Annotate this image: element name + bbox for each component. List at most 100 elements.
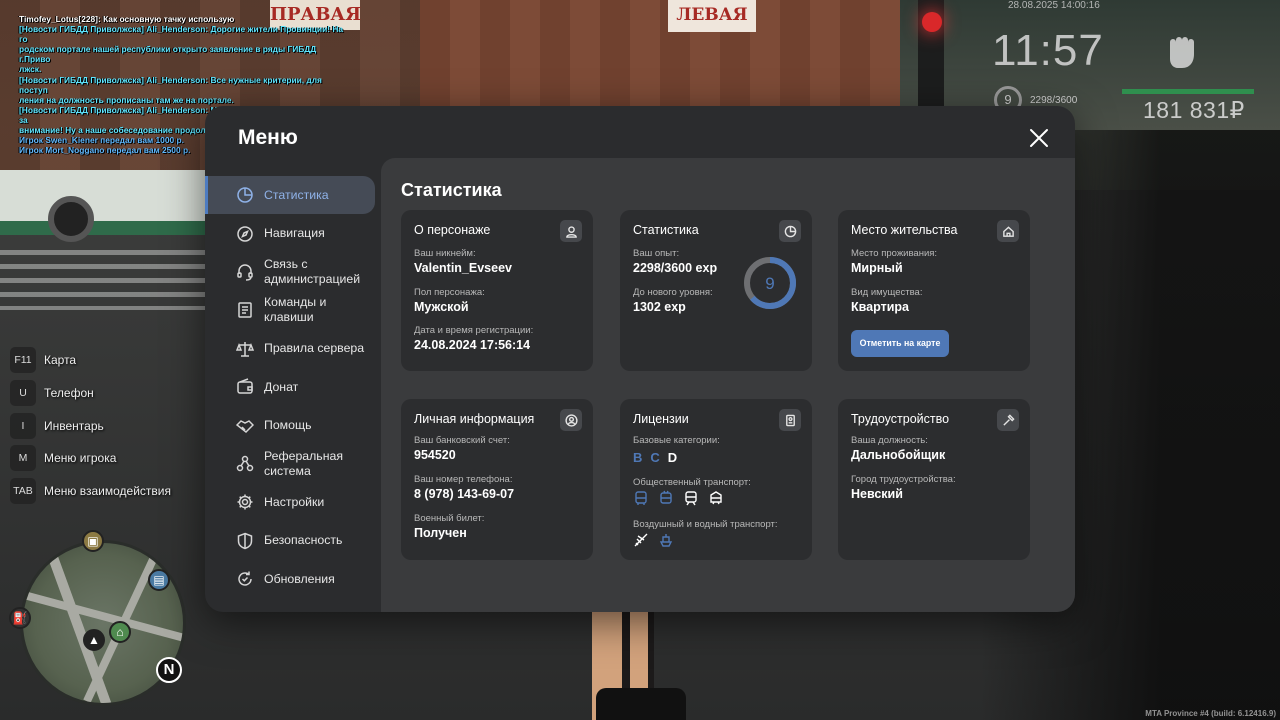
quick-key-phone[interactable]: U Телефон <box>10 377 171 410</box>
mark-on-map-button[interactable]: Отметить на карте <box>851 330 949 357</box>
key-cap: U <box>10 380 36 407</box>
bus-wheel <box>48 196 94 242</box>
card-title: Лицензии <box>633 412 689 426</box>
traffic-light-red <box>922 12 942 32</box>
sidebar-item-label: Реферальная система <box>264 448 344 478</box>
card-title: Статистика <box>633 223 699 237</box>
chat-line: ления на должность прописаны там же на п… <box>19 94 234 105</box>
key-cap: M <box>10 445 36 472</box>
level-value: 9 <box>765 274 774 293</box>
quick-keys: F11 Карта U Телефон I Инвентарь M Меню игрок… <box>10 344 171 507</box>
card-title: Трудоустройство <box>851 412 950 426</box>
train-icon <box>683 490 699 506</box>
quick-key-inventory[interactable]: I Инвентарь <box>10 409 171 442</box>
chat-line: лжск. <box>19 64 42 75</box>
sidebar-item-label: Правила сервера <box>264 341 365 356</box>
sidebar-item-security[interactable]: Безопасность <box>205 522 377 560</box>
sidebar-item-donate[interactable]: Донат <box>205 368 377 406</box>
work-city-label: Город трудоустройства: <box>851 474 956 485</box>
nickname-value: Valentin_Evseev <box>414 261 512 275</box>
sidebar-item-updates[interactable]: Обновления <box>205 560 377 598</box>
id-card-icon <box>779 409 801 431</box>
gear-icon <box>236 493 254 511</box>
build-version: MTA Province #4 (build: 6.12416.9) <box>1145 709 1276 718</box>
sidebar-item-navigation[interactable]: Навигация <box>205 214 377 252</box>
phone-label: Ваш номер телефона: <box>414 474 513 485</box>
boat-icon <box>658 532 674 548</box>
close-icon <box>1030 129 1048 147</box>
sidebar-item-commands[interactable]: Команды и клавиши <box>205 291 377 329</box>
exp-label: Ваш опыт: <box>633 248 680 259</box>
public-transport-icons <box>633 490 724 506</box>
position-label: Ваша должность: <box>851 435 928 446</box>
compass-icon <box>236 225 254 243</box>
sidebar-item-label: Обновления <box>264 571 335 586</box>
quick-key-map[interactable]: F11 Карта <box>10 344 171 377</box>
next-level-label: До нового уровня: <box>633 287 713 298</box>
license-category-c: C <box>650 450 660 465</box>
public-transport-label: Общественный транспорт: <box>633 477 751 488</box>
registration-value: 24.08.2024 17:56:14 <box>414 338 531 352</box>
next-level-value: 1302 exp <box>633 300 686 314</box>
key-label: Меню взаимодействия <box>44 484 171 499</box>
stats-title: Статистика <box>401 180 502 200</box>
refresh-icon <box>236 570 254 588</box>
card-title: Личная информация <box>414 412 535 426</box>
hud-time: 11:57 <box>992 26 1104 75</box>
sidebar-item-label: Безопасность <box>264 533 343 548</box>
hud-health-bar <box>1122 89 1254 94</box>
sidebar-item-statistics[interactable]: Статистика <box>205 176 375 215</box>
sidebar-item-label: Статистика <box>264 187 329 202</box>
fist-icon <box>1160 30 1206 76</box>
quick-key-player-menu[interactable]: M Меню игрока <box>10 442 171 475</box>
key-cap: I <box>10 412 36 439</box>
chat-line: родском портале нашей республики открыто… <box>19 44 317 65</box>
close-button[interactable] <box>1027 126 1051 150</box>
military-value: Получен <box>414 526 467 540</box>
card-licenses: Лицензии Базовые категории: B C D Общест… <box>620 399 812 560</box>
minimap[interactable] <box>20 540 186 706</box>
menu-sidebar: Статистика Навигация Связь с администрац… <box>205 176 377 598</box>
sidebar-item-label: Помощь <box>264 418 312 433</box>
document-icon <box>236 301 254 319</box>
gender-value: Мужской <box>414 300 469 314</box>
minimap-fuel-icon: ⛽ <box>9 607 31 629</box>
basic-categories-label: Базовые категории: <box>633 435 720 446</box>
trolleybus-icon <box>658 490 674 506</box>
sidebar-item-referral[interactable]: Реферальная система <box>205 445 377 483</box>
hud-date: 28.08.2025 14:00:16 <box>1008 0 1100 11</box>
key-cap: F11 <box>10 347 36 374</box>
sidebar-item-label: Настройки <box>264 494 325 509</box>
chat-line: [Новости ГИБДД Приволжска] Ali_Henderson… <box>19 74 322 95</box>
property-label: Вид имущества: <box>851 287 923 298</box>
air-water-transport-label: Воздушный и водный транспорт: <box>633 519 778 530</box>
quick-key-interaction-menu[interactable]: TAB Меню взаимодействия <box>10 475 171 508</box>
level-progress-ring: 9 <box>744 257 796 309</box>
bus <box>0 170 215 235</box>
user-icon <box>560 220 582 242</box>
bank-label: Ваш банковский счет: <box>414 435 510 446</box>
character-shoes <box>596 688 686 720</box>
minimap-marker-icon: ▣ <box>82 530 104 552</box>
headset-icon <box>236 263 254 281</box>
sidebar-item-admin-contact[interactable]: Связь с администрацией <box>205 253 377 291</box>
key-label: Телефон <box>44 386 94 401</box>
sidebar-item-label: Навигация <box>264 226 325 241</box>
user-circle-icon <box>560 409 582 431</box>
menu-title: Меню <box>238 126 298 149</box>
property-value: Квартира <box>851 300 909 314</box>
key-cap: TAB <box>10 478 36 505</box>
sidebar-item-rules[interactable]: Правила сервера <box>205 330 377 368</box>
minimap-house-icon: ⌂ <box>109 621 131 643</box>
card-employment: Трудоустройство Ваша должность: Дальнобо… <box>838 399 1030 560</box>
shop-sign-left: ЛЕВАЯ <box>668 0 756 32</box>
minimap-road <box>44 546 112 703</box>
network-icon <box>236 455 254 473</box>
license-categories: B C D <box>633 450 677 465</box>
sidebar-item-settings[interactable]: Настройки <box>205 483 377 521</box>
hammer-icon <box>997 409 1019 431</box>
sidebar-item-help[interactable]: Помощь <box>205 406 377 444</box>
military-label: Военный билет: <box>414 513 485 524</box>
minimap-road <box>24 591 183 643</box>
registration-label: Дата и время регистрации: <box>414 325 534 336</box>
